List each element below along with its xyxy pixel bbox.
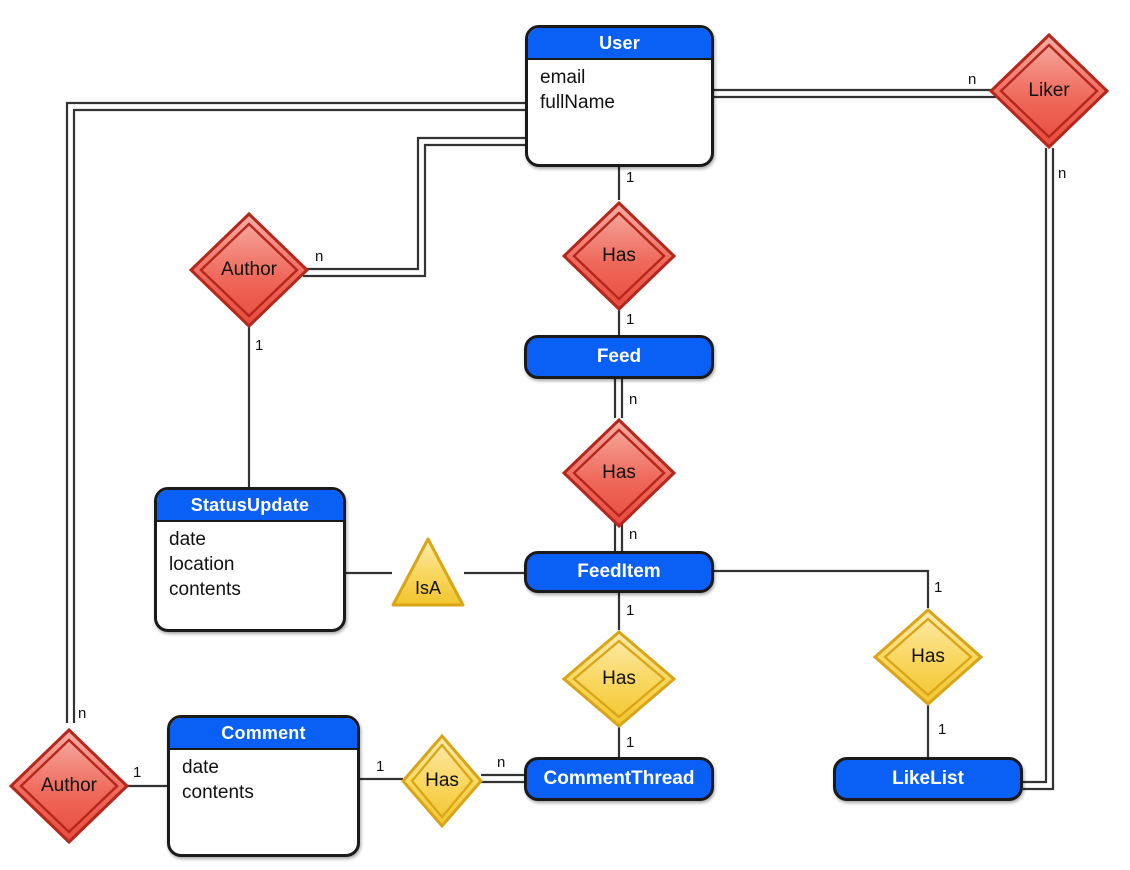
attribute-email: email	[540, 67, 586, 88]
attribute-date: date	[169, 529, 206, 550]
entity-user[interactable]: User email fullName	[525, 25, 714, 167]
relationship-liker[interactable]: Liker	[988, 32, 1110, 150]
cardinality-feeditem-thread: 1	[626, 602, 635, 619]
entity-feeditem[interactable]: FeedItem	[524, 551, 714, 593]
has-thread-diamond-shape	[561, 630, 677, 728]
relationship-isa-label: IsA	[414, 578, 441, 598]
entity-comment[interactable]: Comment date contents	[167, 715, 360, 857]
cardinality-user-has: 1	[626, 169, 635, 186]
entity-likelist[interactable]: LikeList	[833, 757, 1023, 801]
entity-feed-title: Feed	[596, 346, 642, 367]
attribute-contents: contents	[169, 579, 241, 600]
relationship-author-bottom[interactable]: Author	[8, 727, 130, 845]
cardinality-likelist-has: 1	[938, 721, 947, 738]
entity-user-title: User	[528, 28, 711, 60]
relationship-has-user-feed[interactable]: Has	[561, 200, 677, 312]
cardinality-comment-has: 1	[376, 758, 385, 775]
entity-feed[interactable]: Feed	[524, 335, 714, 379]
has-likelist-diamond-shape	[872, 607, 984, 707]
line-user-authortop-a	[303, 136, 525, 271]
entity-statusupdate[interactable]: StatusUpdate date location contents	[154, 487, 346, 632]
entity-comment-title: Comment	[170, 718, 357, 750]
attribute-contents: contents	[182, 782, 254, 803]
author-bottom-diamond-shape	[8, 727, 130, 845]
cardinality-feeditem-likelist: 1	[934, 579, 943, 596]
cardinality-liker-user: n	[968, 71, 977, 88]
relationship-isa[interactable]: IsA	[389, 535, 467, 609]
relationship-author-top[interactable]: Author	[188, 211, 310, 329]
relationship-has-thread[interactable]: Has	[561, 629, 677, 729]
has-feed-item-diamond-shape	[561, 417, 677, 529]
er-diagram-canvas: User email fullName StatusUpdate date lo…	[0, 0, 1130, 870]
cardinality-author-top-bottom: 1	[255, 337, 264, 354]
cardinality-author-bottom-right: 1	[133, 764, 142, 781]
attribute-location: location	[169, 554, 235, 575]
has-comment-diamond-shape	[401, 733, 483, 829]
entity-likelist-title: LikeList	[892, 768, 964, 789]
attribute-fullname: fullName	[540, 92, 615, 113]
entity-commentthread[interactable]: CommentThread	[524, 757, 714, 801]
cardinality-liker-likelist: n	[1058, 165, 1067, 182]
entity-user-attributes: email fullName	[528, 60, 711, 119]
cardinality-author-top-right: n	[315, 248, 324, 265]
relationship-has-comment[interactable]: Has	[400, 733, 484, 829]
has-user-feed-diamond-shape	[561, 200, 677, 312]
relationship-has-feed-item[interactable]: Has	[561, 417, 677, 529]
line-liker-likelist-b	[1023, 148, 1055, 791]
entity-feeditem-title: FeedItem	[577, 561, 661, 582]
cardinality-commentthread-has: n	[497, 754, 506, 771]
line-liker-likelist-a	[1023, 148, 1048, 784]
entity-statusupdate-attributes: date location contents	[157, 522, 343, 606]
entity-statusupdate-title: StatusUpdate	[157, 490, 343, 522]
line-user-authortop-b	[303, 143, 525, 278]
cardinality-feed-has: 1	[626, 311, 635, 328]
author-top-diamond-shape	[188, 211, 310, 329]
cardinality-commentthread-thread: 1	[626, 734, 635, 751]
cardinality-feed-hasitem: n	[629, 391, 638, 408]
cardinality-author-bottom-top: n	[78, 705, 87, 722]
liker-diamond-shape	[988, 32, 1110, 150]
attribute-date: date	[182, 757, 219, 778]
line-feeditem-haslikelist	[714, 569, 930, 608]
entity-comment-attributes: date contents	[170, 750, 357, 809]
entity-commentthread-title: CommentThread	[543, 768, 695, 789]
relationship-has-likelist[interactable]: Has	[872, 607, 984, 707]
cardinality-feeditem-hasitem: n	[629, 526, 638, 543]
